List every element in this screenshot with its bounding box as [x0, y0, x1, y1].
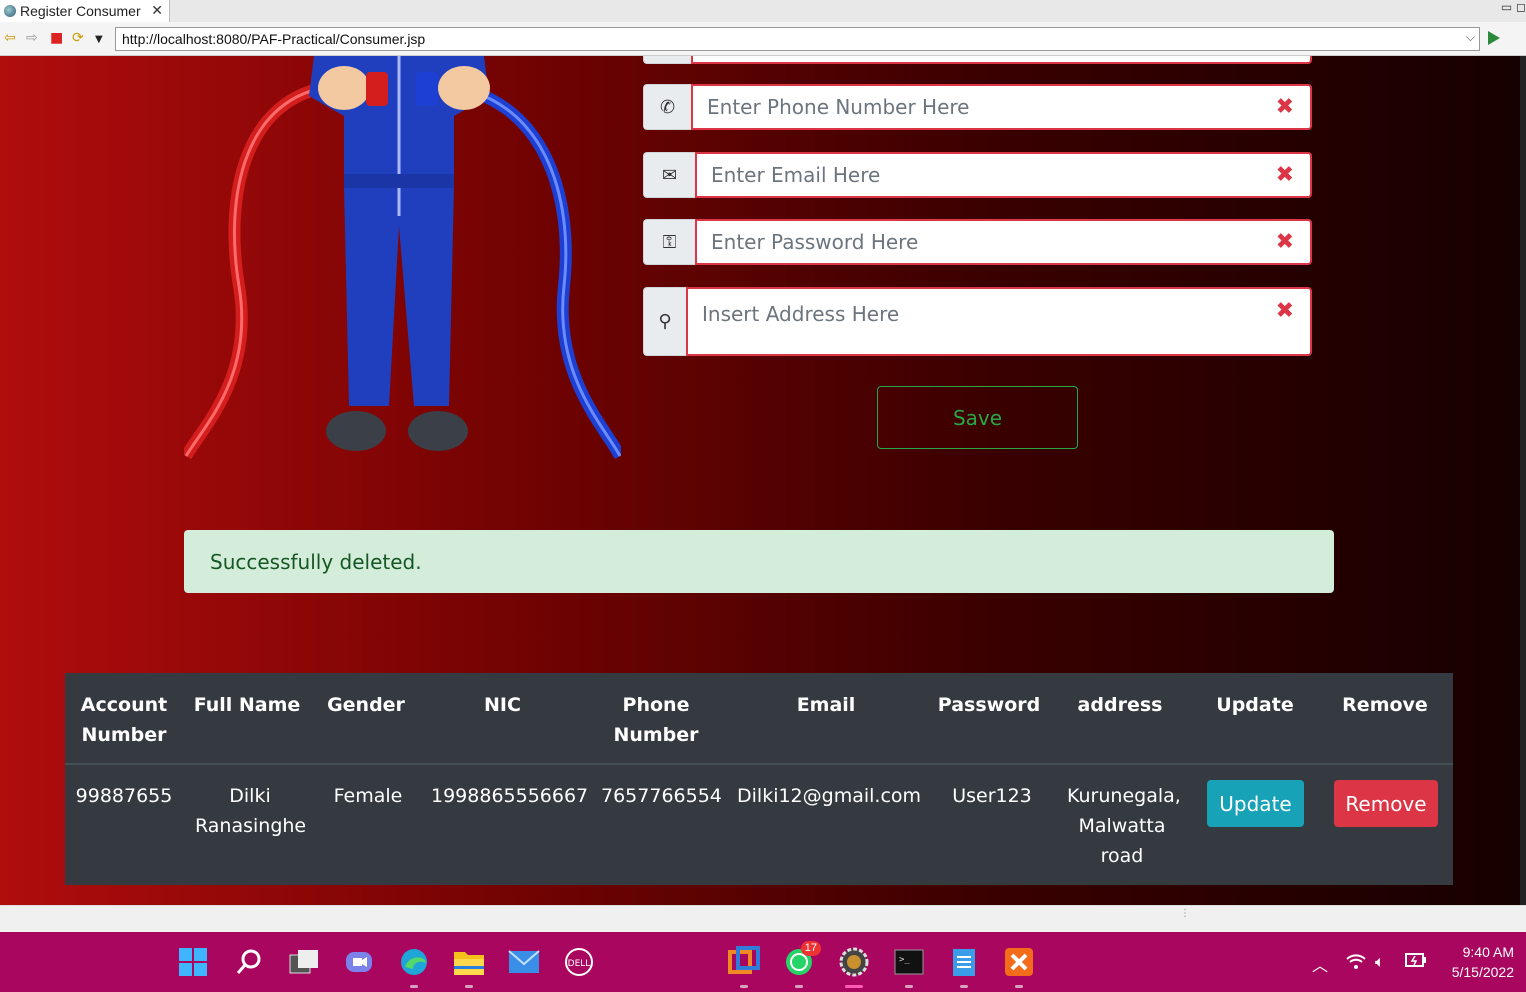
email-placeholder: Enter Email Here — [711, 163, 881, 187]
save-button[interactable]: Save — [877, 386, 1078, 449]
page-content: ✆ Enter Phone Number Here ✖ ✉ Enter Emai… — [0, 56, 1526, 905]
alert-message: Successfully deleted. — [210, 549, 422, 574]
address-field: ⚲ Insert Address Here ✖ — [643, 287, 1312, 356]
browser-status-bar: ⋮ — [0, 905, 1526, 932]
table-header: Account Number Full Name Gender NIC Phon… — [65, 673, 1453, 765]
stop-icon[interactable]: ■ — [50, 31, 63, 45]
windows-start-icon[interactable] — [177, 946, 209, 978]
refresh-icon[interactable]: ⟳ — [72, 31, 84, 45]
success-alert: Successfully deleted. — [184, 530, 1334, 593]
browser-navbar: ⇦ ⇨ ■ ⟳ ▼ http://localhost:8080/PAF-Prac… — [0, 22, 1526, 56]
close-tab-icon[interactable]: ✕ — [151, 2, 163, 19]
browser-tab-bar: Register Consumer ✕ ▭ ◻ — [0, 0, 1526, 22]
virtualbox-icon[interactable] — [728, 946, 760, 988]
svg-text:DELL: DELL — [568, 959, 591, 969]
header-update: Update — [1216, 694, 1294, 716]
cell-address: Kurunegala, Malwatta road — [1067, 785, 1181, 867]
header-full-name: Full Name — [193, 694, 301, 716]
electrician-illustration — [184, 56, 621, 460]
clock-date: 5/15/2022 — [1451, 964, 1514, 980]
cell-gender: Female — [333, 785, 403, 807]
xampp-icon[interactable] — [1003, 946, 1035, 988]
teams-chat-icon[interactable] — [343, 946, 375, 978]
password-placeholder: Enter Password Here — [711, 230, 919, 254]
close-icon[interactable]: ✖ — [1276, 95, 1294, 120]
address-placeholder: Insert Address Here — [702, 302, 900, 326]
envelope-icon: ✉ — [643, 152, 695, 198]
update-button[interactable]: Update — [1207, 780, 1304, 827]
mail-icon[interactable] — [508, 946, 540, 978]
svg-text:>_: >_ — [899, 955, 910, 965]
whatsapp-icon[interactable]: 17 — [783, 941, 821, 988]
edge-browser-icon[interactable] — [398, 946, 430, 988]
window-controls[interactable]: ▭ ◻ — [1501, 0, 1526, 14]
cell-email: Dilki12@gmail.com — [737, 785, 922, 807]
browser-tab[interactable]: Register Consumer ✕ — [0, 0, 170, 22]
map-marker-icon: ⚲ — [643, 287, 686, 356]
resize-grip-icon[interactable]: ⋮ — [1180, 909, 1190, 919]
battery-icon[interactable] — [1405, 952, 1427, 972]
address-textarea[interactable]: Insert Address Here ✖ — [686, 287, 1312, 356]
phone-field: ✆ Enter Phone Number Here ✖ — [643, 84, 1312, 130]
go-icon[interactable] — [1488, 31, 1500, 45]
chevron-up-icon[interactable]: ︿ — [1312, 952, 1328, 976]
header-remove: Remove — [1342, 694, 1428, 716]
notification-badge: 17 — [800, 941, 821, 956]
header-account-number: Account Number — [80, 694, 168, 746]
windows-taskbar: DELL 17 >_ ︿ 🔈︎ 9:40 AM 5/15/2022 — [0, 932, 1526, 992]
phone-icon: ✆ — [643, 84, 691, 130]
chevron-down-icon[interactable]: ⌵ — [1466, 30, 1475, 45]
clock-time: 9:40 AM — [1462, 944, 1514, 960]
header-gender: Gender — [327, 694, 405, 716]
field-above — [643, 56, 1312, 64]
task-view-icon[interactable] — [288, 946, 320, 978]
wifi-icon[interactable] — [1345, 952, 1367, 974]
file-explorer-icon[interactable] — [453, 946, 485, 988]
email-field: ✉ Enter Email Here ✖ — [643, 152, 1312, 198]
phone-placeholder: Enter Phone Number Here — [707, 95, 970, 119]
volume-icon[interactable]: 🔈︎ — [1375, 952, 1385, 972]
consumer-table: Account Number Full Name Gender NIC Phon… — [65, 673, 1453, 885]
header-nic: NIC — [484, 694, 521, 716]
close-icon[interactable]: ✖ — [1276, 299, 1294, 324]
password-input[interactable]: Enter Password Here ✖ — [695, 219, 1312, 265]
header-password: Password — [937, 694, 1041, 716]
cell-password: User123 — [952, 785, 1032, 807]
search-icon[interactable] — [233, 946, 265, 978]
history-dropdown-icon[interactable]: ▼ — [95, 33, 103, 47]
notepad-icon[interactable] — [948, 946, 980, 988]
globe-icon — [4, 5, 16, 17]
page-scrollbar[interactable] — [1520, 56, 1526, 905]
cell-full-name: Dilki Ranasinghe — [195, 785, 307, 837]
header-address: address — [1077, 694, 1163, 716]
cell-phone: 7657766554 — [601, 785, 722, 807]
header-email: Email — [796, 694, 856, 716]
url-text: http://localhost:8080/PAF-Practical/Cons… — [122, 31, 426, 47]
password-field: ⚿ Enter Password Here ✖ — [643, 219, 1312, 265]
header-phone-number: Phone Number — [613, 694, 699, 746]
system-clock[interactable]: 9:40 AM 5/15/2022 — [1442, 942, 1514, 982]
key-icon: ⚿ — [643, 219, 695, 265]
cell-nic: 1998865556667 — [431, 785, 589, 807]
dell-icon[interactable]: DELL — [563, 946, 595, 978]
back-icon[interactable]: ⇦ — [4, 31, 16, 45]
email-input[interactable]: Enter Email Here ✖ — [695, 152, 1312, 198]
tab-title: Register Consumer — [20, 3, 141, 19]
cell-account-number: 99887655 — [75, 785, 173, 807]
terminal-icon[interactable]: >_ — [893, 946, 925, 988]
close-icon[interactable]: ✖ — [1276, 230, 1294, 255]
close-icon[interactable]: ✖ — [1276, 163, 1294, 188]
eclipse-ide-icon[interactable] — [838, 946, 870, 988]
url-bar[interactable]: http://localhost:8080/PAF-Practical/Cons… — [115, 27, 1480, 51]
phone-input[interactable]: Enter Phone Number Here ✖ — [691, 84, 1312, 130]
forward-icon[interactable]: ⇨ — [26, 31, 38, 45]
remove-button[interactable]: Remove — [1334, 780, 1438, 827]
